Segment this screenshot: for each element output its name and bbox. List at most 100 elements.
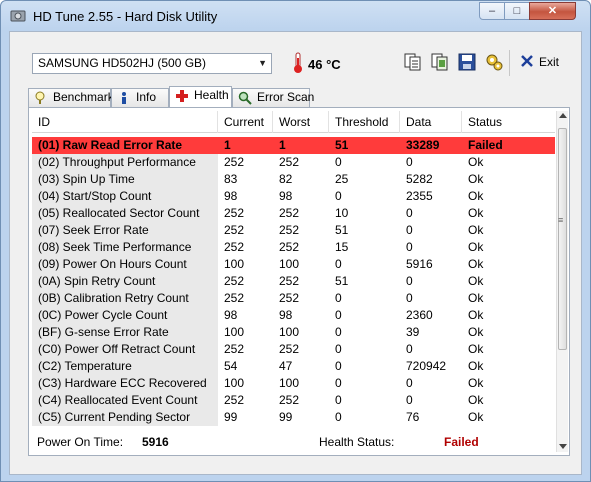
cell-current: 252 — [224, 274, 245, 288]
cell-threshold: 0 — [335, 342, 342, 356]
client-area: SAMSUNG HD502HJ (500 GB) ▼ 46 °C Exit Be… — [9, 31, 582, 475]
power-on-time-label: Power On Time: — [37, 435, 124, 449]
drive-select[interactable]: SAMSUNG HD502HJ (500 GB) ▼ — [32, 53, 272, 74]
cell-data: 0 — [406, 291, 413, 305]
cell-id: (01) Raw Read Error Rate — [38, 138, 183, 152]
health-status-label: Health Status: — [319, 435, 395, 449]
vertical-scrollbar[interactable]: ≡ — [556, 111, 568, 452]
cell-status: Ok — [468, 223, 484, 237]
table-row[interactable]: (08) Seek Time Performance 252 252 15 0 Ok — [32, 239, 555, 256]
tab-health[interactable]: Health — [169, 86, 232, 108]
cell-current: 1 — [224, 138, 231, 152]
cell-data: 5282 — [406, 172, 433, 186]
column-header-id[interactable]: ID — [32, 111, 218, 133]
cell-worst: 98 — [279, 308, 293, 322]
cell-worst: 1 — [279, 138, 286, 152]
table-row[interactable]: (07) Seek Error Rate 252 252 51 0 Ok — [32, 222, 555, 239]
minimize-button[interactable]: – — [479, 2, 505, 20]
cell-current: 252 — [224, 393, 245, 407]
cell-worst: 99 — [279, 410, 293, 424]
column-header-current[interactable]: Current — [218, 111, 273, 133]
table-row[interactable]: (C3) Hardware ECC Recovered 100 100 0 0 Ok — [32, 375, 555, 392]
tab-info[interactable]: Info — [111, 88, 169, 107]
cell-threshold: 51 — [335, 274, 349, 288]
scroll-up-arrow-icon[interactable] — [559, 113, 567, 118]
table-row[interactable]: (C4) Reallocated Event Count 252 252 0 0 Ok — [32, 392, 555, 409]
cell-id: (04) Start/Stop Count — [32, 188, 218, 205]
cell-status: Ok — [468, 308, 484, 322]
cell-status: Ok — [468, 206, 484, 220]
cell-current: 98 — [224, 308, 238, 322]
health-panel: ID Current Worst Threshold Data Status (… — [28, 107, 570, 456]
close-button[interactable]: ✕ — [529, 2, 576, 20]
cell-current: 100 — [224, 376, 245, 390]
cell-status: Ok — [468, 325, 484, 339]
cell-current: 100 — [224, 257, 245, 271]
health-status-value: Failed — [444, 435, 479, 449]
cell-worst: 252 — [279, 155, 300, 169]
column-header-data[interactable]: Data — [400, 111, 462, 133]
cell-status: Ok — [468, 274, 484, 288]
benchmark-icon — [35, 91, 45, 104]
title-bar[interactable]: HD Tune 2.55 - Hard Disk Utility – □ ✕ — [1, 1, 590, 31]
tab-label: Info — [136, 90, 157, 104]
table-row[interactable]: (09) Power On Hours Count 100 100 0 5916 Ok — [32, 256, 555, 273]
maximize-button[interactable]: □ — [504, 2, 530, 20]
table-row[interactable]: (04) Start/Stop Count 98 98 0 2355 Ok — [32, 188, 555, 205]
cell-worst: 100 — [279, 376, 300, 390]
cell-status: Ok — [468, 359, 484, 373]
cell-threshold: 0 — [335, 257, 342, 271]
cell-current: 252 — [224, 206, 245, 220]
cell-worst: 98 — [279, 189, 293, 203]
cell-data: 0 — [406, 206, 413, 220]
table-row[interactable]: (03) Spin Up Time 83 82 25 5282 Ok — [32, 171, 555, 188]
column-header-worst[interactable]: Worst — [273, 111, 329, 133]
options-icon[interactable] — [483, 51, 505, 73]
scroll-down-arrow-icon[interactable] — [559, 444, 567, 449]
cell-status: Ok — [468, 393, 484, 407]
cell-data: 0 — [406, 274, 413, 288]
scrollbar-grip-icon: ≡ — [558, 215, 564, 225]
cell-threshold: 0 — [335, 155, 342, 169]
copy-screenshot-icon[interactable] — [429, 51, 451, 73]
table-row[interactable]: (BF) G-sense Error Rate 100 100 0 39 Ok — [32, 324, 555, 341]
cell-data: 2360 — [406, 308, 433, 322]
cell-current: 100 — [224, 325, 245, 339]
cell-worst: 100 — [279, 257, 300, 271]
cell-status: Ok — [468, 410, 484, 424]
cell-id: (C4) Reallocated Event Count — [32, 392, 218, 409]
save-icon[interactable] — [456, 51, 478, 73]
exit-icon — [521, 55, 533, 67]
cell-id: (0A) Spin Retry Count — [32, 273, 218, 290]
cell-current: 83 — [224, 172, 238, 186]
table-row[interactable]: (C5) Current Pending Sector 99 99 0 76 Ok — [32, 409, 555, 426]
cell-data: 2355 — [406, 189, 433, 203]
cell-id: (C0) Power Off Retract Count — [32, 341, 218, 358]
tab-error-scan[interactable]: Error Scan — [232, 88, 314, 107]
scrollbar-thumb[interactable] — [558, 128, 567, 350]
copy-text-icon[interactable] — [402, 51, 424, 73]
table-row[interactable]: (C2) Temperature 54 47 0 720942 Ok — [32, 358, 555, 375]
table-row[interactable]: (0A) Spin Retry Count 252 252 51 0 Ok — [32, 273, 555, 290]
cell-status: Ok — [468, 257, 484, 271]
cell-worst: 252 — [279, 291, 300, 305]
smart-table: ID Current Worst Threshold Data Status (… — [32, 111, 555, 452]
table-row[interactable]: (02) Throughput Performance 252 252 0 0 Ok — [32, 154, 555, 171]
cell-id: (C5) Current Pending Sector — [32, 409, 218, 426]
chevron-down-icon: ▼ — [258, 58, 267, 68]
cell-worst: 252 — [279, 240, 300, 254]
column-header-threshold[interactable]: Threshold — [329, 111, 400, 133]
cell-threshold: 0 — [335, 393, 342, 407]
cell-status: Ok — [468, 155, 484, 169]
column-header-status[interactable]: Status — [462, 111, 555, 133]
cell-worst: 252 — [279, 393, 300, 407]
table-row[interactable]: (C0) Power Off Retract Count 252 252 0 0 Ok — [32, 341, 555, 358]
table-row[interactable]: (0C) Power Cycle Count 98 98 0 2360 Ok — [32, 307, 555, 324]
table-row[interactable]: (0B) Calibration Retry Count 252 252 0 0 Ok — [32, 290, 555, 307]
table-row[interactable]: (05) Reallocated Sector Count 252 252 10 0 Ok — [32, 205, 555, 222]
cell-status: Ok — [468, 342, 484, 356]
tab-benchmark[interactable]: Benchmark — [28, 88, 114, 107]
cell-data: 0 — [406, 342, 413, 356]
cell-id: (C3) Hardware ECC Recovered — [32, 375, 218, 392]
table-row[interactable]: (01) Raw Read Error Rate 1 1 51 33289 Failed — [32, 137, 555, 154]
